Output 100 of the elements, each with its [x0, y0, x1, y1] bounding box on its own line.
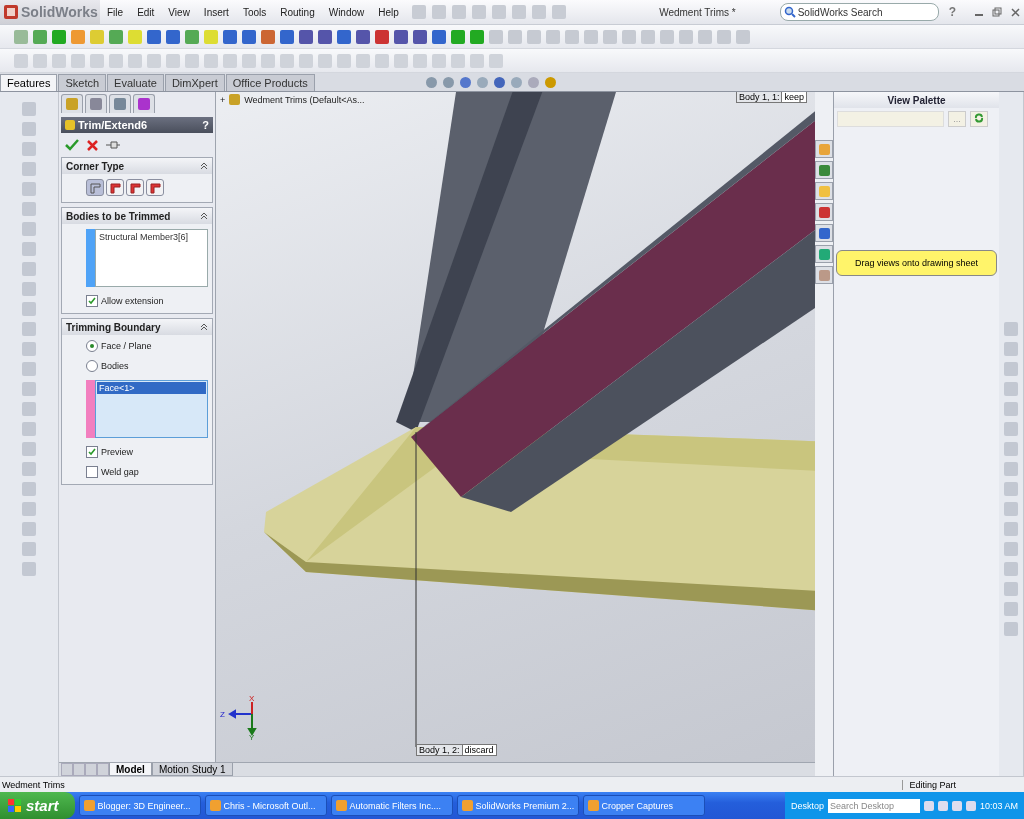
menu-item[interactable]: Help	[371, 6, 406, 18]
corner-type-button[interactable]	[126, 179, 144, 196]
task-pane-tab[interactable]	[815, 161, 833, 179]
desktop-search-field[interactable]: Search Desktop	[827, 798, 920, 813]
refresh-button[interactable]	[970, 111, 988, 127]
help-button[interactable]: ?	[948, 5, 956, 19]
menu-item[interactable]: File	[100, 6, 131, 18]
graphics-viewport[interactable]: + Wedment Trims (Default<As... Body 1, 1: keep Body 1, 2: discard X Y Z	[216, 92, 815, 762]
task-pane-tab[interactable]	[815, 182, 833, 200]
command-tab[interactable]: DimXpert	[164, 74, 225, 91]
view-tool-icon[interactable]	[493, 76, 505, 88]
task-pane-tab[interactable]	[815, 140, 833, 158]
panel-tab[interactable]	[109, 94, 131, 113]
close-icon[interactable]	[87, 139, 98, 151]
menu-item[interactable]: Edit	[130, 6, 162, 18]
view-tool-icon[interactable]	[544, 76, 556, 88]
task-pane-tab[interactable]	[815, 203, 833, 221]
view-tool-icon[interactable]	[459, 76, 471, 88]
search-field[interactable]: SolidWorks Search	[779, 3, 939, 21]
tab-scroll-button[interactable]	[97, 763, 109, 776]
section-header[interactable]: Trimming Boundary	[62, 319, 212, 335]
tray-icon[interactable]	[951, 800, 962, 811]
checkbox[interactable]	[86, 466, 98, 478]
command-tab[interactable]: Features	[0, 74, 58, 91]
tool-icon[interactable]	[394, 29, 408, 44]
taskbar-button[interactable]: Automatic Filters Inc....	[330, 795, 453, 816]
panel-tab[interactable]	[133, 94, 155, 113]
command-tab[interactable]: Office Products	[225, 74, 315, 91]
view-tool-icon[interactable]	[510, 76, 522, 88]
task-pane-tab[interactable]	[815, 266, 833, 284]
tab-scroll-button[interactable]	[73, 763, 85, 776]
dropdown-field[interactable]	[837, 111, 944, 127]
checkbox[interactable]	[86, 295, 98, 307]
menu-item[interactable]: Insert	[196, 6, 236, 18]
tab-scroll-button[interactable]	[61, 763, 73, 776]
checkbox[interactable]	[86, 446, 98, 458]
tool-icon[interactable]	[109, 29, 123, 44]
section-header[interactable]: Bodies to be Trimmed	[62, 208, 212, 224]
task-pane-tab[interactable]	[815, 224, 833, 242]
tool-icon[interactable]	[470, 29, 484, 44]
callout-value[interactable]: discard	[462, 744, 497, 756]
command-tab[interactable]: Sketch	[58, 74, 107, 91]
taskbar-button[interactable]: Blogger: 3D Engineer...	[78, 795, 201, 816]
taskbar-button[interactable]: SolidWorks Premium 2...	[456, 795, 579, 816]
status-text: Wedment Trims	[2, 779, 65, 790]
tool-icon[interactable]	[166, 29, 180, 44]
checkmark-icon[interactable]	[65, 139, 79, 151]
tool-icon[interactable]	[33, 29, 47, 44]
selection-item[interactable]: Structural Member3[6]	[97, 231, 206, 243]
collapse-icon[interactable]	[200, 210, 208, 222]
tray-icon[interactable]	[965, 800, 976, 811]
tool-icon[interactable]	[280, 29, 294, 44]
tool-icon[interactable]	[337, 29, 351, 44]
help-button[interactable]: ?	[202, 119, 209, 131]
menu-item[interactable]: Routing	[273, 6, 322, 18]
tool-icon[interactable]	[375, 29, 389, 44]
tool-icon[interactable]	[356, 29, 370, 44]
feature-tree-item[interactable]: Wedment Trims (Default<As...	[244, 94, 365, 105]
corner-type-button[interactable]	[106, 179, 124, 196]
selection-item[interactable]: Face<1>	[97, 382, 206, 394]
tray-icon[interactable]	[937, 800, 948, 811]
radio-button[interactable]	[86, 340, 98, 352]
tray-icon[interactable]	[923, 800, 934, 811]
selection-list[interactable]: Face<1>	[95, 380, 208, 438]
collapse-icon[interactable]	[200, 160, 208, 172]
taskbar-button[interactable]: Cropper Captures	[582, 795, 705, 816]
corner-type-button[interactable]	[146, 179, 164, 196]
tool-icon[interactable]	[413, 29, 427, 44]
menu-item[interactable]: Tools	[235, 6, 274, 18]
checkbox-label: Preview	[101, 447, 133, 457]
tool-icon[interactable]	[52, 29, 66, 44]
view-tool-icon[interactable]	[476, 76, 488, 88]
tool-icon[interactable]	[147, 29, 161, 44]
menu-item[interactable]: View	[161, 6, 197, 18]
tool-icon[interactable]	[451, 29, 465, 44]
taskbar-button[interactable]: Chris - Microsoft Outl...	[204, 795, 327, 816]
view-tool-icon[interactable]	[442, 76, 454, 88]
selection-list[interactable]: Structural Member3[6]	[95, 229, 208, 287]
view-tool-icon[interactable]	[527, 76, 539, 88]
tool-icon[interactable]	[299, 29, 313, 44]
tool-icon[interactable]	[261, 29, 275, 44]
tool-icon[interactable]	[318, 29, 332, 44]
tool-icon[interactable]	[223, 29, 237, 44]
tool-icon[interactable]	[432, 29, 446, 44]
task-pane-tab[interactable]	[815, 245, 833, 263]
document-tab[interactable]: Motion Study 1	[151, 763, 233, 776]
radio-button[interactable]	[86, 360, 98, 372]
menu-item[interactable]: Window	[321, 6, 372, 18]
section-header[interactable]: Corner Type	[62, 158, 212, 174]
document-tab[interactable]: Model	[109, 763, 152, 776]
panel-tab[interactable]	[61, 94, 83, 113]
tab-scroll-button[interactable]	[85, 763, 97, 776]
tool-icon[interactable]	[185, 29, 199, 44]
expand-icon[interactable]: +	[220, 94, 226, 105]
callout-value[interactable]: keep	[782, 92, 807, 103]
collapse-icon[interactable]	[200, 321, 208, 333]
view-tool-icon[interactable]	[425, 76, 437, 88]
command-tab[interactable]: Evaluate	[107, 74, 164, 91]
tool-icon[interactable]	[242, 29, 256, 44]
panel-tab[interactable]	[85, 94, 107, 113]
